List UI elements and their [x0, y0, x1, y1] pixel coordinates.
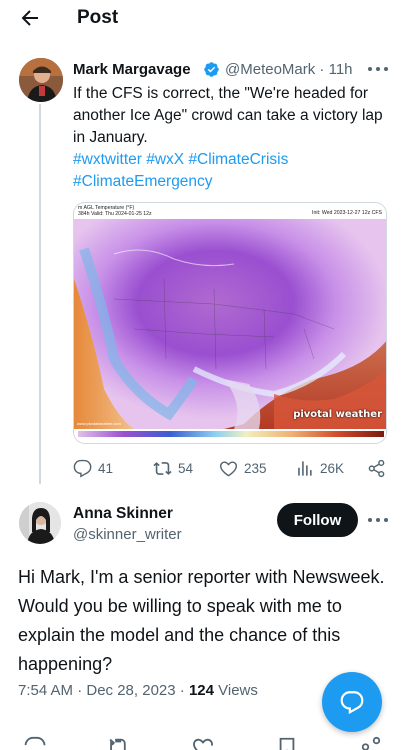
hashtag-link[interactable]: #ClimateCrisis — [188, 151, 288, 168]
repost-icon[interactable] — [106, 736, 128, 750]
tweet-actions: 41 54 235 26K — [73, 456, 393, 480]
hashtag-link[interactable]: #wxtwitter — [73, 151, 142, 168]
reply-views-label: Views — [213, 682, 258, 699]
author-handle-time: @MeteoMark · 11h — [225, 61, 353, 78]
share-icon[interactable] — [360, 736, 382, 750]
reply-text: Hi Mark, I'm a senior reporter with News… — [18, 567, 385, 674]
bottom-action-bar — [0, 734, 405, 750]
post-time[interactable]: 11h — [329, 61, 353, 78]
hashtag-link[interactable]: #ClimateEmergency — [73, 173, 213, 190]
more-options-icon[interactable] — [367, 65, 389, 73]
reply-views-count: 124 — [188, 682, 214, 699]
repost-icon — [153, 461, 172, 475]
author-name[interactable]: Mark Margavage — [73, 61, 191, 78]
avatar[interactable] — [19, 502, 61, 544]
like-count: 235 — [244, 460, 267, 476]
map-init-time: Init: Wed 2023-12-27 12z CFS — [312, 210, 382, 216]
compose-reply-button[interactable] — [322, 672, 382, 732]
author-handle[interactable]: @MeteoMark — [225, 61, 315, 78]
top-bar: Post — [0, 0, 405, 36]
views-chart-icon — [298, 460, 312, 476]
map-source: www.pivotalweather.com — [77, 421, 121, 426]
reply-author-name[interactable]: Anna Skinner — [73, 505, 173, 523]
thread-line — [39, 104, 41, 484]
avatar[interactable] — [19, 58, 63, 102]
reply-timestamp[interactable]: 7:54 AM · Dec 28, 2023 · — [18, 682, 189, 699]
views-button[interactable]: 26K — [295, 456, 344, 480]
share-icon — [368, 459, 385, 477]
bookmark-icon[interactable] — [276, 736, 298, 750]
reply-meta: 7:54 AM · Dec 28, 2023 · 124 Views — [18, 682, 258, 699]
map-watermark: pivotal weather — [293, 409, 382, 420]
heart-icon — [219, 460, 238, 476]
reply-icon — [73, 459, 92, 478]
repost-button[interactable]: 54 — [153, 456, 193, 480]
hashtags: #wxtwitter #wxX #ClimateCrisis #ClimateE… — [73, 149, 393, 193]
tweet-text: If the CFS is correct, the "We're headed… — [73, 85, 383, 146]
reply-count: 41 — [98, 460, 114, 476]
repost-count: 54 — [178, 460, 194, 476]
hashtag-link[interactable]: #wxX — [146, 151, 184, 168]
heart-icon[interactable] — [192, 736, 214, 750]
like-button[interactable]: 235 — [219, 456, 267, 480]
more-options-icon[interactable] — [367, 516, 389, 524]
arrow-left-icon[interactable] — [18, 6, 42, 30]
separator: · — [319, 61, 325, 78]
map-header: m AGL Temperature (°F) 384h Valid: Thu 2… — [74, 203, 386, 219]
reply-icon[interactable] — [24, 736, 46, 750]
verified-badge-icon — [204, 62, 219, 77]
chat-bubble-icon — [340, 691, 364, 715]
page-title: Post — [77, 7, 119, 28]
tweet-image-map[interactable]: m AGL Temperature (°F) 384h Valid: Thu 2… — [73, 202, 387, 444]
reply-author-handle[interactable]: @skinner_writer — [73, 526, 182, 543]
follow-button[interactable]: Follow — [277, 503, 358, 537]
reply-button[interactable]: 41 — [73, 456, 113, 480]
temperature-map-image — [74, 219, 386, 429]
share-button[interactable] — [367, 456, 386, 480]
color-scale-bar — [74, 429, 386, 443]
views-count: 26K — [320, 460, 345, 476]
